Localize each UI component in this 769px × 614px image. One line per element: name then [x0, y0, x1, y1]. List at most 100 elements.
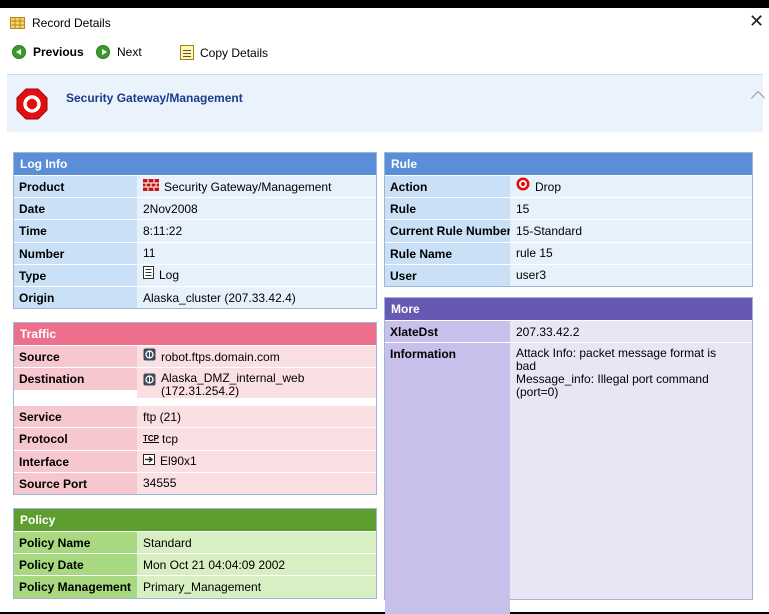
- copy-details-label: Copy Details: [200, 45, 269, 60]
- policy-panel: Policy Policy Name Standard Policy Date …: [13, 508, 377, 599]
- field-label: Date: [14, 198, 137, 220]
- field-value: robot.ftps.domain.com: [137, 346, 376, 368]
- table-row: Destination Alaska_DMZ_internal_web (172…: [14, 367, 376, 405]
- rule-heading: Rule: [385, 153, 752, 175]
- window-title: Record Details: [32, 16, 111, 30]
- field-label: Interface: [14, 450, 137, 472]
- table-row: Rule Name rule 15: [385, 241, 752, 264]
- information-value: Attack Info: packet message format is ba…: [510, 343, 752, 400]
- table-row: Source robot.ftps.domain.com: [14, 345, 376, 368]
- log-icon: [143, 264, 154, 286]
- record-title: Security Gateway/Management: [66, 91, 243, 105]
- field-label: Rule: [385, 198, 510, 220]
- product-value: Security Gateway/Management: [164, 179, 332, 194]
- field-label: Origin: [14, 286, 137, 309]
- table-row: Policy Management Primary_Management: [14, 575, 376, 598]
- field-value: Drop: [510, 176, 752, 198]
- field-label: Policy Date: [14, 554, 137, 576]
- interface-icon: [143, 450, 155, 472]
- collapse-icon[interactable]: [750, 90, 766, 106]
- field-label: Time: [14, 220, 137, 242]
- rule-panel: Rule Action Drop Rule 15 Current Rule Nu…: [384, 152, 753, 287]
- type-value: Log: [159, 268, 180, 283]
- previous-button[interactable]: Previous: [12, 45, 84, 59]
- field-label: Service: [14, 406, 137, 428]
- destination-ip: (172.31.254.2): [161, 384, 240, 399]
- table-row: Origin Alaska_cluster (207.33.42.4): [14, 285, 376, 309]
- table-row: Source Port 34555: [14, 471, 376, 494]
- destination-text: Alaska_DMZ_internal_web (172.31.254.2): [161, 372, 304, 398]
- table-row: User user3: [385, 263, 752, 286]
- copy-details-button[interactable]: Copy Details: [180, 45, 268, 60]
- table-row: Product Security Gateway/Management: [14, 175, 376, 198]
- interface-value: El90x1: [160, 454, 197, 469]
- table-row: XlateDst 207.33.42.2: [385, 320, 752, 343]
- field-value: El90x1: [137, 450, 376, 472]
- table-row: Date 2Nov2008: [14, 197, 376, 220]
- table-row: Type Log: [14, 263, 376, 286]
- field-label: Information: [385, 343, 510, 614]
- field-value: Security Gateway/Management: [137, 176, 376, 198]
- traffic-panel: Traffic Source robot.ftps.domain.com Des…: [13, 322, 377, 495]
- field-label: Policy Management: [14, 576, 137, 598]
- xlatedst-value: 207.33.42.2: [510, 321, 752, 343]
- policy-date-value: Mon Oct 21 04:04:09 2002: [137, 554, 376, 576]
- current-rule-number-value: 15-Standard: [510, 220, 752, 242]
- table-row: Policy Name Standard: [14, 531, 376, 554]
- clipboard-icon: [180, 45, 194, 60]
- arrow-right-icon: [96, 45, 110, 59]
- table-row: Time 8:11:22: [14, 219, 376, 242]
- field-value: TCP tcp: [137, 428, 376, 450]
- rule-name-value: rule 15: [510, 242, 752, 264]
- next-button[interactable]: Next: [96, 45, 142, 59]
- time-value: 8:11:22: [137, 220, 376, 242]
- record-details-window: Record Details ✕ Previous Next Copy Deta…: [0, 8, 769, 614]
- action-value: Drop: [535, 179, 562, 194]
- table-row: Current Rule Number 15-Standard: [385, 219, 752, 242]
- rule-value: 15: [510, 198, 752, 220]
- more-heading: More: [385, 298, 752, 320]
- field-label: Policy Name: [14, 532, 137, 554]
- next-label: Next: [117, 45, 142, 59]
- table-icon: [10, 17, 25, 29]
- information-line: Attack Info: packet message format is: [516, 346, 717, 361]
- policy-heading: Policy: [14, 509, 376, 531]
- service-value: ftp (21): [137, 406, 376, 428]
- toolbar: Previous Next Copy Details: [0, 42, 769, 66]
- field-value: Alaska_DMZ_internal_web (172.31.254.2): [137, 368, 376, 399]
- field-label: XlateDst: [385, 321, 510, 343]
- origin-value: Alaska_cluster (207.33.42.4): [137, 286, 376, 309]
- traffic-heading: Traffic: [14, 323, 376, 345]
- log-info-heading: Log Info: [14, 153, 376, 175]
- close-icon[interactable]: ✕: [749, 11, 764, 32]
- arrow-left-icon: [12, 45, 26, 59]
- source-port-value: 34555: [137, 472, 376, 494]
- source-value: robot.ftps.domain.com: [161, 349, 280, 364]
- record-header: Security Gateway/Management: [7, 74, 766, 132]
- field-label: Source: [14, 346, 137, 368]
- protocol-value: tcp: [162, 431, 179, 446]
- table-row: Information Attack Info: packet message …: [385, 342, 752, 614]
- tcp-protocol-icon: TCP: [143, 433, 159, 443]
- field-label: Current Rule Number: [385, 220, 511, 242]
- user-value: user3: [510, 264, 752, 286]
- firewall-icon: [143, 176, 159, 198]
- table-row: Protocol TCP tcp: [14, 427, 376, 450]
- table-row: Rule 15: [385, 197, 752, 220]
- number-value: 11: [137, 242, 376, 264]
- field-label: Action: [385, 176, 510, 198]
- table-row: Action Drop: [385, 175, 752, 198]
- log-info-panel: Log Info Product Security Gateway/Manage…: [13, 152, 377, 310]
- title-bar: Record Details ✕: [0, 8, 769, 38]
- host-icon: [143, 346, 156, 368]
- host-icon: [143, 373, 156, 389]
- field-label: Product: [14, 176, 137, 198]
- more-panel: More XlateDst 207.33.42.2 Information At…: [384, 297, 753, 614]
- drop-action-icon: [16, 88, 48, 120]
- field-value: Log: [137, 264, 376, 286]
- field-label: Type: [14, 264, 137, 286]
- field-label: Number: [14, 242, 137, 264]
- table-row: Interface El90x1: [14, 449, 376, 472]
- field-label: Source Port: [14, 472, 137, 494]
- policy-name-value: Standard: [137, 532, 376, 554]
